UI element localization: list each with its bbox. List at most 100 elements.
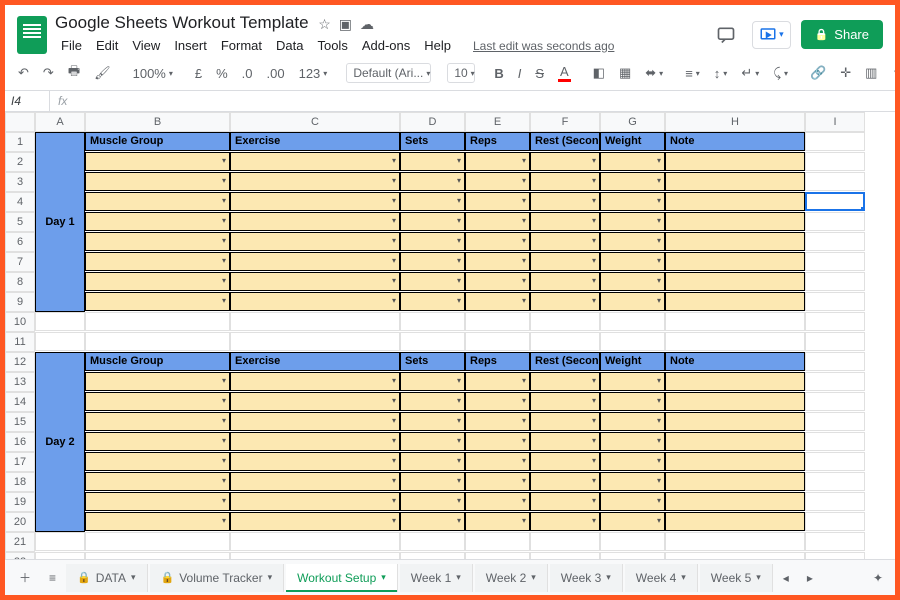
dropdown-cell[interactable]: [465, 452, 530, 471]
cell[interactable]: [805, 172, 865, 191]
tab-workout-setup[interactable]: Workout Setup▾: [286, 564, 398, 592]
cell[interactable]: [400, 532, 465, 551]
menu-addons[interactable]: Add-ons: [356, 35, 416, 56]
dropdown-cell[interactable]: [600, 232, 665, 251]
dropdown-cell[interactable]: [230, 412, 400, 431]
dropdown-cell[interactable]: [465, 292, 530, 311]
cell[interactable]: [805, 472, 865, 491]
dropdown-cell[interactable]: [530, 412, 600, 431]
font-select[interactable]: Default (Ari...: [346, 63, 431, 83]
menu-format[interactable]: Format: [215, 35, 268, 56]
cell[interactable]: [805, 432, 865, 451]
dropdown-cell[interactable]: [465, 212, 530, 231]
cell[interactable]: [805, 192, 865, 211]
dropdown-cell[interactable]: [230, 212, 400, 231]
column-header[interactable]: D: [400, 112, 465, 132]
tab-volume-tracker[interactable]: 🔒Volume Tracker▾: [150, 564, 285, 592]
cell[interactable]: [600, 552, 665, 559]
dropdown-cell[interactable]: [85, 392, 230, 411]
dropdown-cell[interactable]: [600, 512, 665, 531]
row-header[interactable]: 14: [5, 392, 35, 412]
dropdown-cell[interactable]: [85, 512, 230, 531]
dropdown-cell[interactable]: [85, 472, 230, 491]
print-icon[interactable]: 🖶: [65, 60, 83, 86]
note-cell[interactable]: [665, 472, 805, 491]
cell[interactable]: [35, 552, 85, 559]
menu-data[interactable]: Data: [270, 35, 309, 56]
note-cell[interactable]: [665, 292, 805, 311]
name-box[interactable]: I4: [5, 91, 50, 111]
dropdown-cell[interactable]: [230, 452, 400, 471]
cell[interactable]: [85, 312, 230, 331]
dropdown-cell[interactable]: [530, 392, 600, 411]
dropdown-cell[interactable]: [600, 192, 665, 211]
rotate-icon[interactable]: ⤹: [770, 63, 791, 83]
note-cell[interactable]: [665, 192, 805, 211]
cell[interactable]: [805, 532, 865, 551]
note-cell[interactable]: [665, 212, 805, 231]
row-header[interactable]: 21: [5, 532, 35, 552]
dropdown-cell[interactable]: [400, 412, 465, 431]
tab-week-1[interactable]: Week 1▾: [400, 564, 473, 592]
move-icon[interactable]: ▣: [339, 16, 352, 33]
column-header[interactable]: A: [35, 112, 85, 132]
row-header[interactable]: 10: [5, 312, 35, 332]
row-header[interactable]: 20: [5, 512, 35, 532]
dropdown-cell[interactable]: [85, 212, 230, 231]
dropdown-cell[interactable]: [600, 492, 665, 511]
select-all-corner[interactable]: [5, 112, 35, 132]
sheets-logo-icon[interactable]: [17, 16, 47, 54]
borders-icon[interactable]: ▦: [616, 63, 634, 83]
note-cell[interactable]: [665, 372, 805, 391]
dropdown-cell[interactable]: [230, 232, 400, 251]
link-icon[interactable]: 🔗: [807, 63, 829, 83]
cell[interactable]: [400, 332, 465, 351]
note-cell[interactable]: [665, 272, 805, 291]
dropdown-cell[interactable]: [530, 152, 600, 171]
dropdown-cell[interactable]: [530, 272, 600, 291]
column-header[interactable]: I: [805, 112, 865, 132]
increase-decimal[interactable]: .00: [264, 64, 288, 83]
star-icon[interactable]: ☆: [318, 16, 331, 33]
cell[interactable]: [665, 552, 805, 559]
dropdown-cell[interactable]: [85, 252, 230, 271]
column-header[interactable]: B: [85, 112, 230, 132]
bold-icon[interactable]: B: [491, 64, 506, 83]
text-color-icon[interactable]: A: [555, 62, 574, 84]
column-header[interactable]: E: [465, 112, 530, 132]
dropdown-cell[interactable]: [465, 252, 530, 271]
cell[interactable]: [600, 532, 665, 551]
row-header[interactable]: 4: [5, 192, 35, 212]
column-header[interactable]: G: [600, 112, 665, 132]
zoom-select[interactable]: 100%: [130, 64, 176, 83]
dropdown-cell[interactable]: [465, 372, 530, 391]
column-header[interactable]: H: [665, 112, 805, 132]
spreadsheet-grid[interactable]: ABCDEFGHI1Day 1Muscle GroupExerciseSetsR…: [5, 112, 895, 559]
dropdown-cell[interactable]: [400, 192, 465, 211]
cloud-icon[interactable]: ☁: [360, 16, 374, 33]
dropdown-cell[interactable]: [400, 292, 465, 311]
dropdown-cell[interactable]: [230, 192, 400, 211]
dropdown-cell[interactable]: [530, 492, 600, 511]
row-header[interactable]: 16: [5, 432, 35, 452]
dropdown-cell[interactable]: [85, 152, 230, 171]
v-align-icon[interactable]: ↕: [711, 64, 731, 83]
cell[interactable]: [230, 552, 400, 559]
dropdown-cell[interactable]: [530, 372, 600, 391]
note-cell[interactable]: [665, 492, 805, 511]
format-currency[interactable]: £: [192, 64, 205, 83]
cell[interactable]: [85, 532, 230, 551]
row-header[interactable]: 1: [5, 132, 35, 152]
dropdown-cell[interactable]: [85, 232, 230, 251]
dropdown-cell[interactable]: [465, 432, 530, 451]
cell[interactable]: [805, 352, 865, 371]
dropdown-cell[interactable]: [400, 152, 465, 171]
dropdown-cell[interactable]: [400, 472, 465, 491]
dropdown-cell[interactable]: [400, 392, 465, 411]
cell[interactable]: [805, 272, 865, 291]
dropdown-cell[interactable]: [530, 452, 600, 471]
dropdown-cell[interactable]: [600, 272, 665, 291]
note-cell[interactable]: [665, 432, 805, 451]
scroll-tabs-right[interactable]: ▸: [799, 565, 821, 591]
row-header[interactable]: 12: [5, 352, 35, 372]
